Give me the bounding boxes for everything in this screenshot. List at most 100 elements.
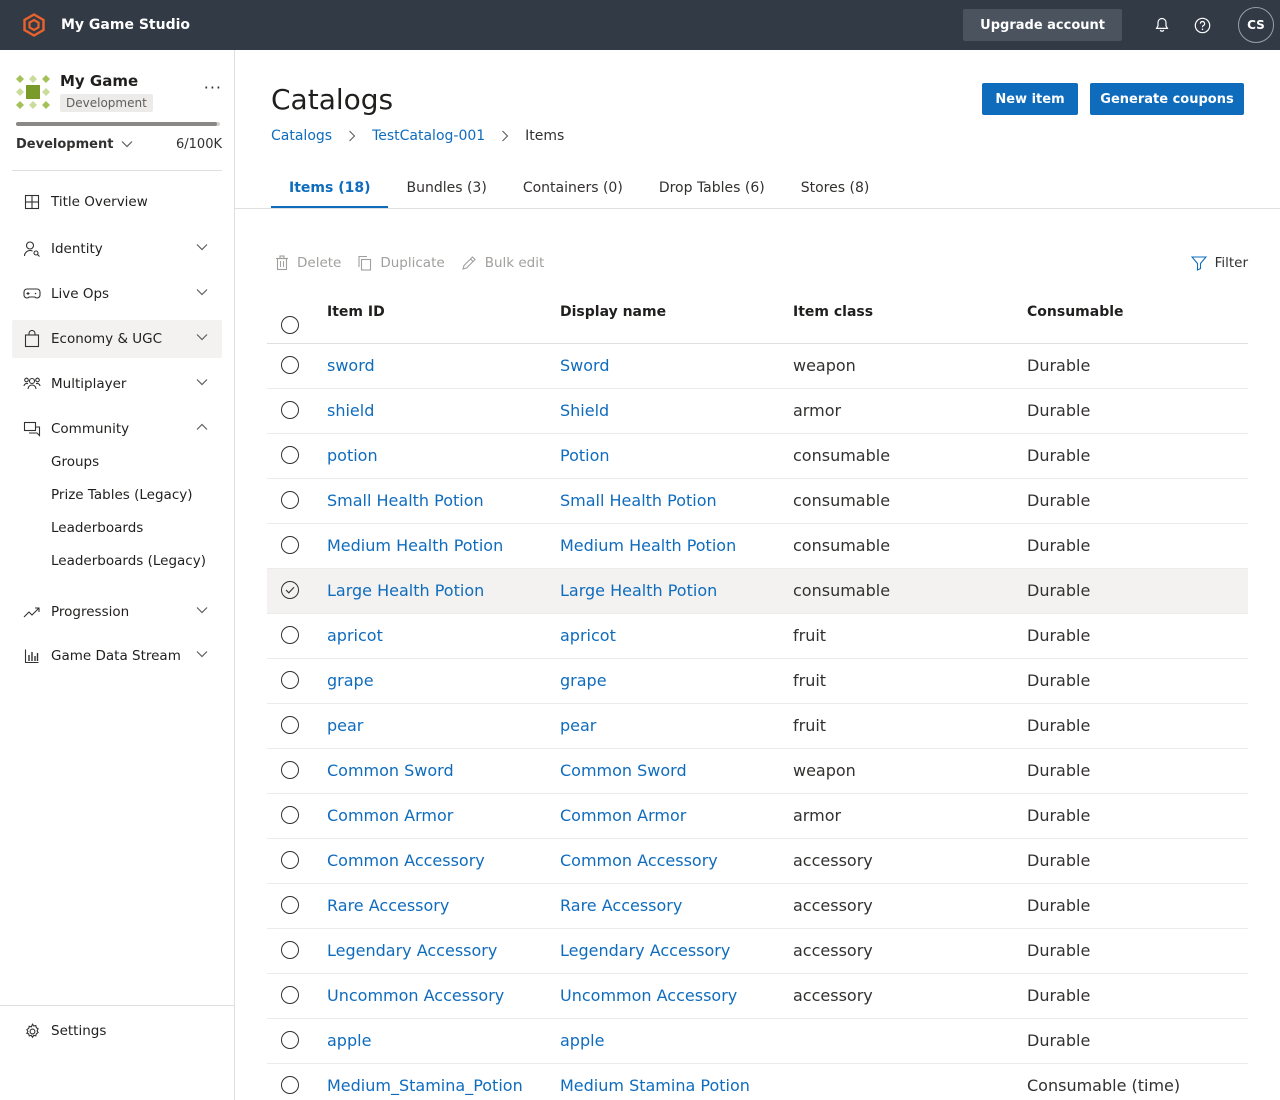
upgrade-account-button[interactable]: Upgrade account <box>963 9 1122 41</box>
display-name-link[interactable]: Large Health Potion <box>560 581 717 600</box>
item-id-link[interactable]: shield <box>327 401 374 420</box>
table-row[interactable]: Small Health Potion Small Health Potion co… <box>267 479 1248 524</box>
table-row[interactable]: Legendary Accessory Legendary Accessory ac… <box>267 929 1248 974</box>
display-name-link[interactable]: Uncommon Accessory <box>560 986 737 1005</box>
help-icon[interactable] <box>1182 5 1222 45</box>
item-id-link[interactable]: Medium Health Potion <box>327 536 503 555</box>
item-id-link[interactable]: Large Health Potion <box>327 581 484 600</box>
bulk-edit-button[interactable]: Bulk edit <box>461 255 544 271</box>
row-select-radio[interactable] <box>281 626 299 644</box>
sidebar-item-multiplayer[interactable]: Multiplayer <box>12 365 222 403</box>
sidebar-item-settings[interactable]: Settings <box>12 1012 222 1050</box>
item-id-link[interactable]: Small Health Potion <box>327 491 484 510</box>
table-row[interactable]: Common Sword Common Sword weapon Durable <box>267 749 1248 794</box>
tab-stores[interactable]: Stores (8) <box>783 168 888 208</box>
display-name-link[interactable]: Common Accessory <box>560 851 718 870</box>
row-select-radio[interactable] <box>281 761 299 779</box>
row-select-radio[interactable] <box>281 1076 299 1094</box>
item-id-link[interactable]: sword <box>327 356 375 375</box>
table-row[interactable]: Common Accessory Common Accessory accessor… <box>267 839 1248 884</box>
item-id-link[interactable]: apricot <box>327 626 383 645</box>
item-id-link[interactable]: Rare Accessory <box>327 896 449 915</box>
user-avatar[interactable]: CS <box>1238 7 1274 43</box>
display-name-link[interactable]: Legendary Accessory <box>560 941 730 960</box>
table-row[interactable]: apple apple Durable <box>267 1019 1248 1064</box>
display-name-link[interactable]: apricot <box>560 626 616 645</box>
item-id-link[interactable]: Medium_Stamina_Potion <box>327 1076 523 1095</box>
display-name-link[interactable]: Common Sword <box>560 761 687 780</box>
table-row[interactable]: Common Armor Common Armor armor Durable <box>267 794 1248 839</box>
table-row[interactable]: sword Sword weapon Durable <box>267 344 1248 389</box>
item-id-link[interactable]: grape <box>327 671 374 690</box>
select-all-radio[interactable] <box>281 316 299 334</box>
row-select-radio[interactable] <box>281 401 299 419</box>
sidebar-item-live-ops[interactable]: Live Ops <box>12 275 222 313</box>
table-row[interactable]: shield Shield armor Durable <box>267 389 1248 434</box>
display-name-link[interactable]: Rare Accessory <box>560 896 682 915</box>
column-header-consumable[interactable]: Consumable <box>1027 304 1124 320</box>
new-item-button[interactable]: New item <box>982 83 1078 115</box>
sidebar-item-community[interactable]: Community <box>12 410 222 448</box>
row-select-radio[interactable] <box>281 851 299 869</box>
item-id-link[interactable]: Common Accessory <box>327 851 485 870</box>
studio-name[interactable]: My Game Studio <box>61 17 190 33</box>
sidebar-subitem-leaderboards-legacy[interactable]: Leaderboards (Legacy) <box>51 553 206 569</box>
row-select-radio[interactable] <box>281 356 299 374</box>
row-select-radio[interactable] <box>281 1031 299 1049</box>
row-select-radio[interactable] <box>281 716 299 734</box>
display-name-link[interactable]: Medium Health Potion <box>560 536 736 555</box>
row-select-radio[interactable] <box>281 941 299 959</box>
table-row[interactable]: apricot apricot fruit Durable <box>267 614 1248 659</box>
item-id-link[interactable]: Common Sword <box>327 761 454 780</box>
item-id-link[interactable]: potion <box>327 446 378 465</box>
tab-drop-tables[interactable]: Drop Tables (6) <box>641 168 783 208</box>
item-id-link[interactable]: pear <box>327 716 363 735</box>
notifications-bell-icon[interactable] <box>1142 5 1182 45</box>
display-name-link[interactable]: Shield <box>560 401 609 420</box>
item-id-link[interactable]: Common Armor <box>327 806 453 825</box>
table-row[interactable]: pear pear fruit Durable <box>267 704 1248 749</box>
display-name-link[interactable]: pear <box>560 716 596 735</box>
sidebar-subitem-groups[interactable]: Groups <box>51 454 99 470</box>
column-header-display-name[interactable]: Display name <box>560 304 666 320</box>
table-row[interactable]: grape grape fruit Durable <box>267 659 1248 704</box>
game-card[interactable]: My Game Development ··· <box>16 72 222 128</box>
display-name-link[interactable]: Common Armor <box>560 806 686 825</box>
column-header-item-id[interactable]: Item ID <box>327 304 385 320</box>
display-name-link[interactable]: Potion <box>560 446 610 465</box>
game-more-options-icon[interactable]: ··· <box>204 78 222 97</box>
sidebar-subitem-leaderboards[interactable]: Leaderboards <box>51 520 143 536</box>
table-row[interactable]: Medium Health Potion Medium Health Potion… <box>267 524 1248 569</box>
duplicate-button[interactable]: Duplicate <box>357 255 445 271</box>
sidebar-item-progression[interactable]: Progression <box>12 593 222 631</box>
row-select-radio[interactable] <box>281 536 299 554</box>
row-select-radio[interactable] <box>281 986 299 1004</box>
row-select-radio[interactable] <box>281 671 299 689</box>
display-name-link[interactable]: Medium Stamina Potion <box>560 1076 750 1095</box>
item-id-link[interactable]: Uncommon Accessory <box>327 986 504 1005</box>
tab-bundles[interactable]: Bundles (3) <box>388 168 504 208</box>
table-row[interactable]: Uncommon Accessory Uncommon Accessory acce… <box>267 974 1248 1019</box>
tab-containers[interactable]: Containers (0) <box>505 168 641 208</box>
table-row[interactable]: Large Health Potion Large Health Potion co… <box>267 569 1248 614</box>
breadcrumb-catalogs-link[interactable]: Catalogs <box>271 128 332 144</box>
playfab-logo-icon[interactable] <box>22 13 46 37</box>
environment-dropdown[interactable]: Development <box>16 137 133 152</box>
sidebar-item-economy-ugc[interactable]: Economy & UGC <box>12 320 222 358</box>
delete-button[interactable]: Delete <box>275 255 341 271</box>
column-header-item-class[interactable]: Item class <box>793 304 873 320</box>
row-select-radio[interactable] <box>281 581 299 599</box>
sidebar-item-identity[interactable]: Identity <box>12 230 222 268</box>
row-select-radio[interactable] <box>281 446 299 464</box>
sidebar-subitem-prize-tables-legacy[interactable]: Prize Tables (Legacy) <box>51 487 193 503</box>
filter-button[interactable]: Filter <box>1190 252 1248 274</box>
table-row[interactable]: Medium_Stamina_Potion Medium Stamina Poti… <box>267 1064 1248 1100</box>
row-select-radio[interactable] <box>281 896 299 914</box>
display-name-link[interactable]: Sword <box>560 356 609 375</box>
row-select-radio[interactable] <box>281 806 299 824</box>
display-name-link[interactable]: grape <box>560 671 607 690</box>
table-row[interactable]: Rare Accessory Rare Accessory accessory Dur… <box>267 884 1248 929</box>
tab-items[interactable]: Items (18) <box>271 168 389 208</box>
breadcrumb-catalog-link[interactable]: TestCatalog-001 <box>372 128 485 144</box>
item-id-link[interactable]: apple <box>327 1031 371 1050</box>
